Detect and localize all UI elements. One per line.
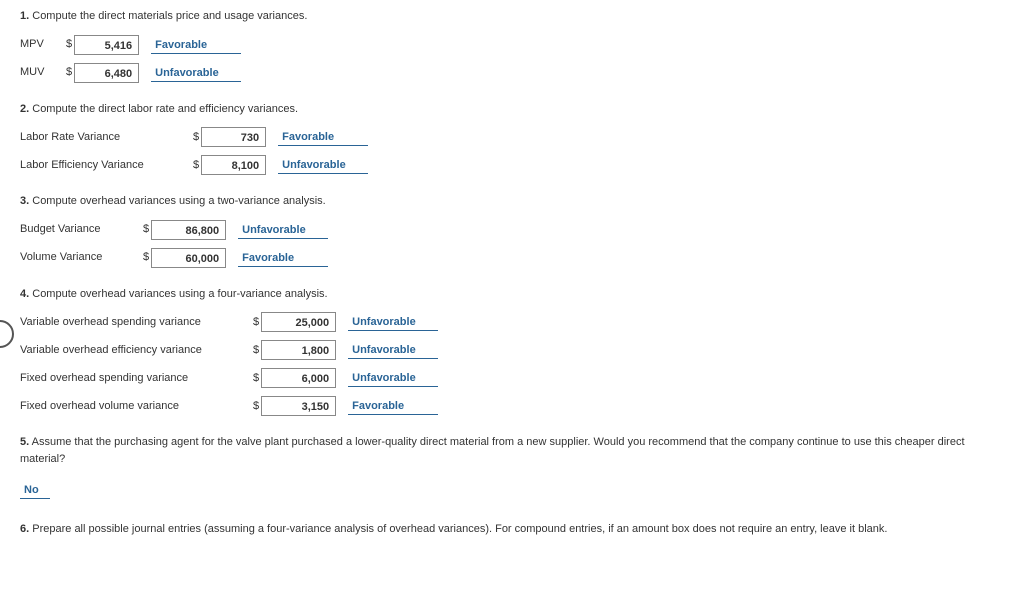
q3-body: Compute overhead variances using a two-v… xyxy=(32,195,326,207)
labor-rate-verdict-select[interactable]: Favorable xyxy=(278,128,368,146)
q1-number: 1. xyxy=(20,10,29,22)
voe-value-input[interactable]: 1,800 xyxy=(261,340,336,360)
question-4: 4. Compute overhead variances using a fo… xyxy=(20,286,1004,417)
q2-row-rate: Labor Rate Variance $ 730 Favorable xyxy=(20,127,1004,147)
q3-row-budget: Budget Variance $ 86,800 Unfavorable xyxy=(20,220,1004,240)
volume-var-verdict-select[interactable]: Favorable xyxy=(238,249,328,267)
muv-label: MUV xyxy=(20,64,58,81)
vos-verdict-select[interactable]: Unfavorable xyxy=(348,313,438,331)
fos-value-input[interactable]: 6,000 xyxy=(261,368,336,388)
q4-number: 4. xyxy=(20,288,29,300)
q4-row-fov: Fixed overhead volume variance $ 3,150 F… xyxy=(20,396,1004,416)
question-6: 6. Prepare all possible journal entries … xyxy=(20,521,1004,538)
volume-var-label: Volume Variance xyxy=(20,249,135,266)
labor-eff-label: Labor Efficiency Variance xyxy=(20,157,185,174)
fos-currency: $ xyxy=(245,370,261,387)
question-4-text: 4. Compute overhead variances using a fo… xyxy=(20,286,1004,303)
question-3: 3. Compute overhead variances using a tw… xyxy=(20,193,1004,268)
q5-answer-select[interactable]: No xyxy=(20,481,50,499)
vos-currency: $ xyxy=(245,314,261,331)
budget-var-currency: $ xyxy=(135,221,151,238)
voe-label: Variable overhead efficiency variance xyxy=(20,342,245,359)
page-indicator-arc xyxy=(0,320,14,348)
budget-var-verdict-select[interactable]: Unfavorable xyxy=(238,221,328,239)
fov-value-input[interactable]: 3,150 xyxy=(261,396,336,416)
voe-currency: $ xyxy=(245,342,261,359)
muv-currency: $ xyxy=(58,64,74,81)
q4-row-voe: Variable overhead efficiency variance $ … xyxy=(20,340,1004,360)
question-2: 2. Compute the direct labor rate and eff… xyxy=(20,101,1004,176)
question-5-text: 5. Assume that the purchasing agent for … xyxy=(20,434,1004,467)
labor-rate-value-input[interactable]: 730 xyxy=(201,127,266,147)
fos-verdict-select[interactable]: Unfavorable xyxy=(348,369,438,387)
fov-currency: $ xyxy=(245,398,261,415)
labor-eff-currency: $ xyxy=(185,157,201,174)
muv-value-input[interactable]: 6,480 xyxy=(74,63,139,83)
q5-number: 5. xyxy=(20,436,29,448)
q2-row-efficiency: Labor Efficiency Variance $ 8,100 Unfavo… xyxy=(20,155,1004,175)
q1-body: Compute the direct materials price and u… xyxy=(32,10,307,22)
q6-number: 6. xyxy=(20,523,29,535)
budget-var-value-input[interactable]: 86,800 xyxy=(151,220,226,240)
q4-body: Compute overhead variances using a four-… xyxy=(32,288,327,300)
q1-row-mpv: MPV $ 5,416 Favorable xyxy=(20,35,1004,55)
q6-body: Prepare all possible journal entries (as… xyxy=(32,523,887,535)
mpv-currency: $ xyxy=(58,36,74,53)
question-5: 5. Assume that the purchasing agent for … xyxy=(20,434,1004,499)
labor-eff-verdict-select[interactable]: Unfavorable xyxy=(278,156,368,174)
labor-rate-label: Labor Rate Variance xyxy=(20,129,185,146)
labor-eff-value-input[interactable]: 8,100 xyxy=(201,155,266,175)
q4-row-fos: Fixed overhead spending variance $ 6,000… xyxy=(20,368,1004,388)
question-2-text: 2. Compute the direct labor rate and eff… xyxy=(20,101,1004,118)
volume-var-currency: $ xyxy=(135,249,151,266)
mpv-verdict-select[interactable]: Favorable xyxy=(151,36,241,54)
vos-label: Variable overhead spending variance xyxy=(20,314,245,331)
q5-body: Assume that the purchasing agent for the… xyxy=(20,436,965,465)
q2-number: 2. xyxy=(20,103,29,115)
vos-value-input[interactable]: 25,000 xyxy=(261,312,336,332)
question-1-text: 1. Compute the direct materials price an… xyxy=(20,8,1004,25)
question-6-text: 6. Prepare all possible journal entries … xyxy=(20,521,1004,538)
q3-row-volume: Volume Variance $ 60,000 Favorable xyxy=(20,248,1004,268)
fov-verdict-select[interactable]: Favorable xyxy=(348,397,438,415)
question-3-text: 3. Compute overhead variances using a tw… xyxy=(20,193,1004,210)
q3-number: 3. xyxy=(20,195,29,207)
fos-label: Fixed overhead spending variance xyxy=(20,370,245,387)
budget-var-label: Budget Variance xyxy=(20,221,135,238)
mpv-label: MPV xyxy=(20,36,58,53)
volume-var-value-input[interactable]: 60,000 xyxy=(151,248,226,268)
labor-rate-currency: $ xyxy=(185,129,201,146)
muv-verdict-select[interactable]: Unfavorable xyxy=(151,64,241,82)
fov-label: Fixed overhead volume variance xyxy=(20,398,245,415)
q1-row-muv: MUV $ 6,480 Unfavorable xyxy=(20,63,1004,83)
q2-body: Compute the direct labor rate and effici… xyxy=(32,103,298,115)
question-1: 1. Compute the direct materials price an… xyxy=(20,8,1004,83)
q4-row-vos: Variable overhead spending variance $ 25… xyxy=(20,312,1004,332)
voe-verdict-select[interactable]: Unfavorable xyxy=(348,341,438,359)
mpv-value-input[interactable]: 5,416 xyxy=(74,35,139,55)
